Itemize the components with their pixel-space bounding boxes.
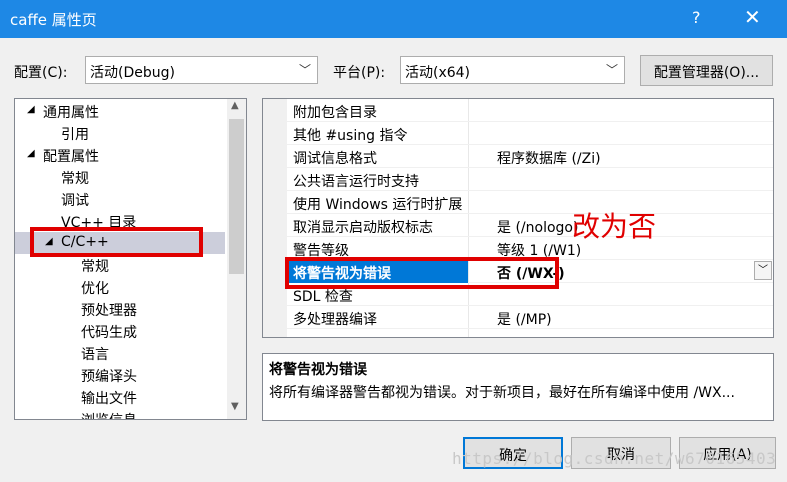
- tree-item-label: 配置属性: [43, 149, 99, 165]
- tree-item[interactable]: 代码生成: [15, 320, 225, 342]
- property-row[interactable]: 多处理器编译 是 (/MP): [287, 306, 773, 329]
- tree-item-label: 常规: [61, 171, 89, 187]
- tree-item-label: 预处理器: [81, 303, 137, 319]
- highlight-box-wx: [285, 257, 559, 289]
- config-value: 活动(Debug): [90, 65, 175, 81]
- tree-item[interactable]: 常规: [15, 254, 225, 276]
- property-name: 多处理器编译: [293, 312, 377, 328]
- tree-item[interactable]: 常规: [15, 166, 225, 188]
- tree-item[interactable]: 浏览信息: [15, 408, 225, 419]
- chevron-down-icon: ﹀: [605, 63, 618, 77]
- window-title: caffe 属性页: [10, 11, 97, 29]
- annotation-text: 改为否: [572, 210, 657, 243]
- tree-item[interactable]: 优化: [15, 276, 225, 298]
- tree-item[interactable]: 语言: [15, 342, 225, 364]
- property-name: 使用 Windows 运行时扩展: [293, 197, 463, 213]
- tree-item[interactable]: ◢ 通用属性: [15, 100, 225, 122]
- tree-item[interactable]: ◢ 配置属性: [15, 144, 225, 166]
- property-name: 取消显示启动版权标志: [293, 220, 433, 236]
- property-name: 附加包含目录: [293, 105, 377, 121]
- platform-label: 平台(P):: [333, 65, 386, 81]
- watermark: https://blog.csdn.net/w670165403: [452, 449, 777, 468]
- title-bar: caffe 属性页 ? ✕: [0, 0, 787, 38]
- tree-item[interactable]: 预处理器: [15, 298, 225, 320]
- platform-dropdown[interactable]: 活动(x64) ﹀: [400, 56, 625, 84]
- scroll-thumb[interactable]: [229, 119, 244, 274]
- description-text: 将所有编译器警告都视为错误。对于新项目，最好在所有编译中使用 /WX...: [269, 385, 735, 401]
- help-icon[interactable]: ?: [692, 8, 701, 27]
- property-value: 是 (/MP): [497, 312, 552, 328]
- property-row[interactable]: 调试信息格式 程序数据库 (/Zi): [287, 145, 773, 168]
- tree-item-label: 调试: [61, 193, 89, 209]
- tree-item-label: 代码生成: [81, 325, 137, 341]
- grid-gutter: [263, 99, 287, 337]
- tree-item-label: 通用属性: [43, 105, 99, 121]
- tree-item-label: 常规: [81, 259, 109, 275]
- tree-item[interactable]: 引用: [15, 122, 225, 144]
- config-dropdown[interactable]: 活动(Debug) ﹀: [85, 56, 318, 84]
- property-row[interactable]: 使用 Windows 运行时扩展: [287, 191, 773, 214]
- tree-item-label: 优化: [81, 281, 109, 297]
- property-name: 公共语言运行时支持: [293, 174, 419, 190]
- tree-item-label: 浏览信息: [81, 410, 137, 419]
- property-row[interactable]: 其他 #using 指令: [287, 122, 773, 145]
- config-manager-label: 配置管理器(O)...: [653, 65, 760, 81]
- property-row[interactable]: 公共语言运行时支持: [287, 168, 773, 191]
- tree-scrollbar[interactable]: ▲ ▼: [227, 99, 246, 419]
- tree-item[interactable]: 预编译头: [15, 364, 225, 386]
- expand-triangle-icon[interactable]: ◢: [27, 148, 35, 159]
- property-row[interactable]: 取消显示启动版权标志 是 (/nologo): [287, 214, 773, 237]
- tree-item-label: 语言: [81, 347, 109, 363]
- tree-item-label: 输出文件: [81, 391, 137, 407]
- expand-triangle-icon[interactable]: ◢: [27, 104, 35, 115]
- tree-item[interactable]: 输出文件: [15, 386, 225, 408]
- description-title: 将警告视为错误: [269, 362, 367, 378]
- scroll-down-icon[interactable]: ▼: [231, 401, 239, 412]
- chevron-down-icon: ﹀: [298, 63, 311, 77]
- config-manager-button[interactable]: 配置管理器(O)...: [640, 55, 773, 86]
- close-icon[interactable]: ✕: [744, 5, 761, 29]
- value-dropdown-icon[interactable]: ﹀: [754, 261, 772, 280]
- scroll-up-icon[interactable]: ▲: [231, 100, 239, 111]
- property-name: 调试信息格式: [293, 151, 377, 167]
- property-value: 程序数据库 (/Zi): [497, 151, 601, 167]
- property-value: 是 (/nologo): [497, 220, 579, 236]
- property-grid[interactable]: 附加包含目录其他 #using 指令 调试信息格式 程序数据库 (/Zi) 公共语言运…: [262, 98, 774, 338]
- highlight-box-cpp: [30, 227, 203, 257]
- property-row[interactable]: 附加包含目录: [287, 99, 773, 122]
- tree-item[interactable]: 调试: [15, 188, 225, 210]
- property-name: 其他 #using 指令: [293, 128, 408, 144]
- property-tree[interactable]: ◢ 通用属性 引用 ◢ 配置属性 常规 调试 VC++ 目录 ◢ C/C++ 常规 优化 预处理器 代码生…: [14, 98, 247, 420]
- config-label: 配置(C):: [14, 65, 68, 81]
- platform-value: 活动(x64): [405, 65, 471, 81]
- property-name: SDL 检查: [293, 289, 353, 305]
- tree-item-label: 引用: [61, 127, 89, 143]
- tree-item-label: 预编译头: [81, 369, 137, 385]
- description-panel: 将警告视为错误 将所有编译器警告都视为错误。对于新项目，最好在所有编译中使用 /…: [262, 353, 774, 421]
